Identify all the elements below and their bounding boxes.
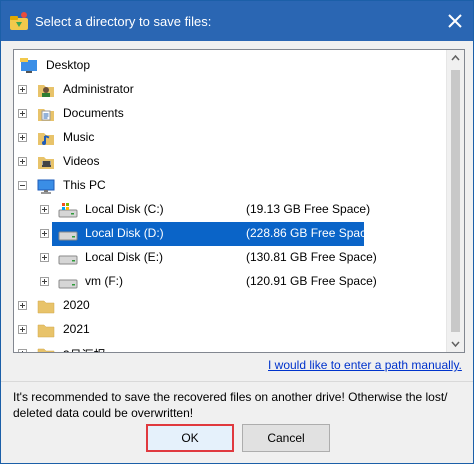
expand-toggle[interactable]	[18, 85, 27, 94]
computer-icon	[37, 179, 55, 194]
vertical-scrollbar[interactable]	[446, 50, 464, 352]
folder-icon	[37, 324, 55, 338]
tree-item-label: vm (F:)	[85, 274, 123, 288]
tree-item[interactable]: 3月汇报	[14, 342, 359, 352]
tree-item-label: Local Disk (E:)	[85, 250, 164, 264]
collapse-toggle[interactable]	[18, 181, 27, 190]
save-directory-dialog: Select a directory to save files: 3月汇报 20…	[0, 0, 474, 464]
expand-toggle[interactable]	[18, 109, 27, 118]
scroll-thumb[interactable]	[451, 70, 460, 332]
scroll-up-icon[interactable]	[447, 50, 464, 67]
cancel-button[interactable]: Cancel	[242, 424, 330, 452]
warning-text: It's recommended to save the recovered f…	[13, 390, 448, 420]
expand-toggle[interactable]	[18, 133, 27, 142]
free-space-text: (120.91 GB Free Space)	[246, 274, 377, 288]
tree-item[interactable]: Administrator	[14, 78, 359, 102]
dialog-title: Select a directory to save files:	[35, 14, 212, 29]
tree-item-label: 2020	[63, 298, 90, 312]
tree-item-label: Administrator	[63, 82, 134, 96]
tree-item-label: Documents	[63, 106, 124, 120]
drive-icon	[58, 255, 78, 265]
enter-path-manually-link[interactable]: I would like to enter a path manually.	[268, 358, 462, 372]
scroll-down-icon[interactable]	[447, 335, 464, 352]
tree-item-label: This PC	[63, 178, 106, 192]
ok-button[interactable]: OK	[146, 424, 234, 452]
close-icon[interactable]	[443, 9, 467, 33]
tree-item[interactable]: Desktop	[14, 54, 359, 78]
user-folder-icon	[38, 85, 54, 97]
free-space-text: (130.81 GB Free Space)	[246, 250, 377, 264]
tree-item-label: Desktop	[46, 58, 91, 72]
tree-item-label: Videos	[63, 154, 100, 168]
expand-toggle[interactable]	[40, 229, 49, 238]
tree-item[interactable]: Music	[14, 126, 359, 150]
expand-toggle[interactable]	[18, 325, 27, 334]
expand-toggle[interactable]	[40, 253, 49, 262]
desktop-icon	[20, 58, 37, 73]
music-folder-icon	[38, 133, 54, 145]
directory-tree[interactable]: 3月汇报 2021 2020 vm (F:) (120.91 GB Free Space…	[13, 49, 465, 353]
tree-item-label: 3月汇报	[63, 346, 106, 352]
tree-item[interactable]: 2020	[14, 294, 359, 318]
app-logo-icon	[10, 12, 28, 30]
tree-item[interactable]: Documents	[14, 102, 359, 126]
expand-toggle[interactable]	[18, 349, 27, 352]
tree-item[interactable]: vm (F:) (120.91 GB Free Space)	[14, 270, 377, 294]
expand-toggle[interactable]	[40, 277, 49, 286]
tree-item-label: 2021	[63, 322, 90, 336]
tree-item-label: Local Disk (D:)	[85, 226, 164, 240]
tree-item[interactable]: Local Disk (C:) (19.13 GB Free Space)	[14, 198, 370, 222]
documents-folder-icon	[38, 109, 54, 121]
system-drive-icon	[58, 203, 78, 218]
tree-item[interactable]: This PC	[14, 174, 359, 198]
tree-item[interactable]: Local Disk (D:) (228.86 GB Free Space)	[40, 222, 377, 246]
tree-item[interactable]: Local Disk (E:) (130.81 GB Free Space)	[14, 246, 377, 270]
tree-item[interactable]: 2021	[14, 318, 359, 342]
expand-toggle[interactable]	[18, 157, 27, 166]
drive-icon	[58, 279, 78, 289]
expand-toggle[interactable]	[40, 205, 49, 214]
tree-item-label: Local Disk (C:)	[85, 202, 164, 216]
divider	[1, 381, 473, 382]
tree-item-label: Music	[63, 130, 95, 144]
drive-icon	[58, 231, 78, 241]
folder-icon	[37, 300, 55, 314]
folder-icon	[37, 348, 55, 352]
title-bar: Select a directory to save files:	[1, 1, 473, 41]
videos-folder-icon	[38, 157, 54, 169]
free-space-text: (19.13 GB Free Space)	[246, 202, 371, 216]
expand-toggle[interactable]	[18, 301, 27, 310]
tree-item[interactable]: Videos	[14, 150, 359, 174]
free-space-text: (228.86 GB Free Space)	[246, 226, 377, 240]
